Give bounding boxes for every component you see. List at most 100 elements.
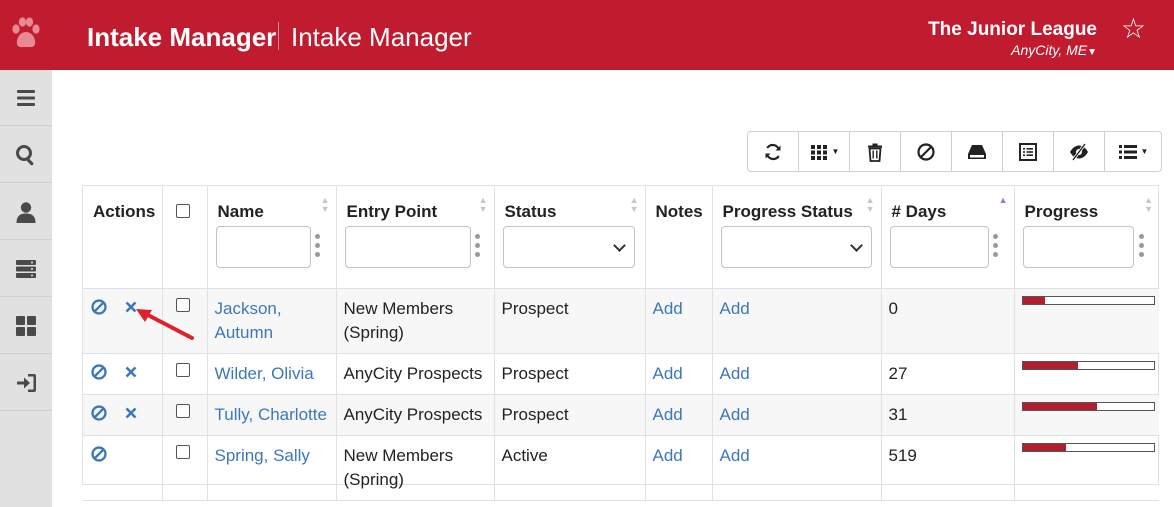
- column-header-actions: Actions: [83, 186, 163, 289]
- sort-icon[interactable]: ▲ ▼: [866, 196, 875, 214]
- app-header: Intake Manager Intake Manager The Junior…: [0, 0, 1174, 70]
- sort-icon[interactable]: ▲ ▼: [630, 196, 639, 214]
- sort-icon[interactable]: ▲ ▼: [479, 196, 488, 214]
- name-filter-input[interactable]: [215, 226, 311, 268]
- ban-icon[interactable]: [90, 445, 108, 463]
- row-actions: [83, 353, 163, 395]
- row-checkbox[interactable]: [175, 403, 190, 418]
- add-note-link[interactable]: Add: [653, 364, 683, 383]
- sort-icon[interactable]: ▲ ▼: [1144, 196, 1153, 214]
- progress-status-cell: Add: [712, 353, 882, 395]
- sidebar-item-menu[interactable]: [0, 70, 52, 126]
- org-location-dropdown[interactable]: AnyCity, ME▼: [1011, 42, 1097, 58]
- column-header-entry-point[interactable]: Entry Point ▲ ▼: [336, 186, 495, 289]
- caret-down-icon: ▼: [831, 147, 840, 156]
- sort-ascending-icon[interactable]: ▲: [999, 196, 1008, 205]
- ban-icon[interactable]: [90, 363, 108, 381]
- column-header-name[interactable]: Name ▲ ▼: [207, 186, 337, 289]
- add-progress-status-link[interactable]: Add: [720, 446, 750, 465]
- sidebar-item-search[interactable]: [0, 127, 52, 183]
- days-filter-input[interactable]: [889, 226, 989, 268]
- days-cell: 519: [881, 435, 1015, 501]
- add-progress-status-link[interactable]: Add: [720, 405, 750, 424]
- add-progress-status-link[interactable]: Add: [720, 299, 750, 318]
- list-view-button[interactable]: [1003, 132, 1054, 171]
- progress-bar: [1021, 360, 1155, 370]
- sort-icon[interactable]: ▲ ▼: [321, 196, 330, 214]
- row-checkbox[interactable]: [175, 444, 190, 459]
- row-checkbox[interactable]: [175, 362, 190, 377]
- caret-down-icon: ▼: [1140, 147, 1149, 156]
- name-cell: Wilder, Olivia: [207, 353, 337, 395]
- kebab-icon[interactable]: [314, 234, 321, 260]
- column-header-progress[interactable]: Progress ▲ ▼: [1014, 186, 1159, 289]
- entry-point-cell: New Members (Spring): [336, 288, 495, 354]
- add-note-link[interactable]: Add: [653, 299, 683, 318]
- entry-point-filter-input[interactable]: [344, 226, 471, 268]
- entry-point-cell: New Members (Spring): [336, 435, 495, 501]
- delete-x-icon[interactable]: [122, 404, 140, 422]
- delete-button[interactable]: [850, 132, 901, 171]
- list-alt-icon: [1019, 142, 1037, 161]
- name-cell: Tully, Charlotte: [207, 394, 337, 436]
- delete-x-icon[interactable]: [122, 363, 140, 381]
- member-name-link[interactable]: Jackson, Autumn: [215, 299, 282, 342]
- add-progress-status-link[interactable]: Add: [720, 364, 750, 383]
- status-filter-select[interactable]: [502, 226, 635, 268]
- refresh-icon: [765, 143, 781, 160]
- add-note-link[interactable]: Add: [653, 446, 683, 465]
- progress-status-filter-select[interactable]: [720, 226, 872, 268]
- sidebar: [0, 70, 52, 507]
- status-cell: Prospect: [494, 394, 646, 436]
- view-options-dropdown-button[interactable]: ▼: [1105, 132, 1161, 171]
- star-icon[interactable]: ☆: [1121, 14, 1146, 44]
- progress-cell: [1014, 435, 1159, 501]
- disable-button[interactable]: [901, 132, 952, 171]
- column-header-days[interactable]: # Days ▲: [881, 186, 1015, 289]
- notes-cell: Add: [645, 394, 713, 436]
- kebab-icon[interactable]: [474, 234, 481, 260]
- progress-filter-input[interactable]: [1022, 226, 1134, 268]
- kebab-icon[interactable]: [1138, 234, 1145, 260]
- member-name-link[interactable]: Tully, Charlotte: [215, 405, 327, 424]
- page-title: Intake Manager: [291, 22, 472, 52]
- progress-bar: [1021, 442, 1155, 452]
- user-icon: [16, 201, 36, 223]
- grid-icon: [16, 315, 36, 336]
- notes-cell: Add: [645, 435, 713, 501]
- ban-icon[interactable]: [90, 404, 108, 422]
- sidebar-item-user[interactable]: [0, 184, 52, 240]
- status-cell: Prospect: [494, 288, 646, 354]
- progress-status-cell: Add: [712, 288, 882, 354]
- ban-icon[interactable]: [90, 298, 108, 316]
- sidebar-item-dashboard[interactable]: [0, 298, 52, 354]
- sidebar-item-logout[interactable]: [0, 355, 52, 411]
- column-header-select: [162, 186, 208, 289]
- hide-button[interactable]: [1054, 132, 1105, 171]
- add-note-link[interactable]: Add: [653, 405, 683, 424]
- columns-dropdown-button[interactable]: ▼: [799, 132, 850, 171]
- column-header-status[interactable]: Status ▲ ▼: [494, 186, 646, 289]
- progress-bar: [1021, 401, 1155, 411]
- member-name-link[interactable]: Wilder, Olivia: [215, 364, 314, 383]
- sidebar-item-server[interactable]: [0, 241, 52, 297]
- table-toolbar: ▼ ▼: [747, 131, 1162, 172]
- notes-cell: Add: [645, 288, 713, 354]
- paw-icon[interactable]: [10, 16, 42, 54]
- column-header-progress-status[interactable]: Progress Status ▲ ▼: [712, 186, 882, 289]
- days-cell: 27: [881, 353, 1015, 395]
- select-all-checkbox[interactable]: [175, 204, 190, 218]
- kebab-icon[interactable]: [992, 234, 999, 260]
- server-icon: [16, 259, 36, 278]
- app-title[interactable]: Intake Manager: [87, 22, 276, 53]
- eye-slash-icon: [1070, 142, 1088, 161]
- refresh-button[interactable]: [748, 132, 799, 171]
- progress-bar-fill: [1022, 402, 1098, 410]
- member-name-link[interactable]: Spring, Sally: [215, 446, 310, 465]
- archive-button[interactable]: [952, 132, 1003, 171]
- sign-in-icon: [17, 373, 36, 392]
- progress-bar: [1021, 295, 1155, 305]
- progress-bar-fill: [1022, 361, 1078, 369]
- days-cell: 31: [881, 394, 1015, 436]
- search-icon: [16, 144, 34, 165]
